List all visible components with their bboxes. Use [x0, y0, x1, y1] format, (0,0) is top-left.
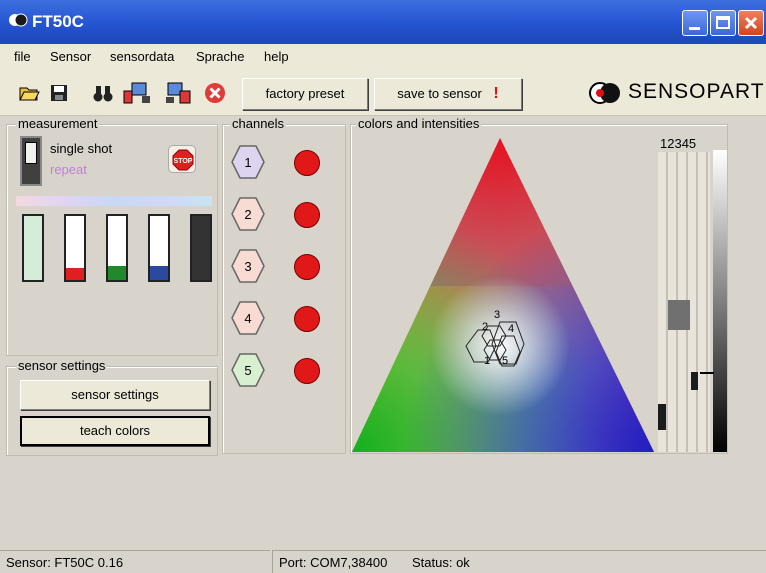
marker-2: 2 [482, 321, 488, 333]
save-disk-icon[interactable] [48, 82, 70, 104]
factory-preset-button[interactable]: factory preset [242, 78, 368, 110]
level-bar [22, 214, 44, 282]
marker-5: 5 [502, 355, 508, 367]
channel-2-hex[interactable]: 2 [230, 196, 266, 232]
intensity-header: 12345 [660, 136, 697, 151]
level-bar [64, 214, 86, 282]
channel-number: 2 [244, 207, 251, 222]
minimize-icon [689, 27, 700, 30]
open-folder-icon[interactable] [18, 82, 40, 104]
connect-sensor-icon[interactable] [122, 82, 152, 104]
level-bar-fill [108, 265, 126, 280]
title-bar: FT50C [0, 0, 766, 44]
menu-bar: file Sensor sensordata Sprache help [0, 44, 766, 68]
menu-help[interactable]: help [264, 49, 289, 64]
color-triangle[interactable]: 3 2 4 1 5 [350, 136, 656, 454]
status-sensor: Sensor: FT50C 0.16 [0, 550, 270, 573]
channel-2-led-icon [294, 202, 320, 228]
level-bar-fill [24, 216, 42, 280]
app-logo-icon [9, 13, 28, 27]
spectrum-strip [16, 196, 212, 206]
brand-name: SENSOPART [628, 80, 765, 103]
intensity-threshold[interactable] [700, 372, 714, 374]
maximize-button[interactable] [710, 10, 736, 36]
maximize-icon [716, 16, 730, 29]
save-to-sensor-button[interactable]: save to sensor ! [374, 78, 522, 110]
window-title: FT50C [32, 12, 84, 31]
sensor-settings-button[interactable]: sensor settings [20, 380, 210, 410]
warning-marker-icon: ! [493, 85, 499, 102]
marker-4: 4 [508, 323, 514, 335]
minimize-button[interactable] [682, 10, 708, 36]
stop-button[interactable]: STOP [168, 145, 196, 173]
marker-1: 1 [484, 355, 490, 367]
channel-4-led-icon [294, 306, 320, 332]
status-port: Port: COM7,38400 [272, 550, 406, 573]
channel-5-hex[interactable]: 5 [230, 352, 266, 388]
stop-sign-icon: STOP [172, 149, 194, 171]
channel-1-led-icon [294, 150, 320, 176]
measurement-label: measurement [16, 116, 100, 131]
mode-switch-knob [25, 142, 37, 164]
level-bar-fill [66, 268, 84, 280]
stop-sign-text: STOP [174, 158, 193, 165]
menu-sensordata[interactable]: sensordata [110, 49, 174, 64]
intensity-marker-ch2 [668, 300, 690, 330]
channel-3-led-icon [294, 254, 320, 280]
channel-number: 3 [244, 259, 251, 274]
channel-number: 1 [244, 155, 251, 170]
channel-number: 4 [244, 311, 251, 326]
intensity-marker-ch1 [658, 404, 666, 430]
toolbar: factory preset save to sensor ! SENSOPAR… [0, 68, 766, 116]
level-bar [190, 214, 212, 282]
intensity-marker-ch4 [691, 372, 698, 390]
marker-3: 3 [494, 309, 500, 321]
close-icon [744, 16, 758, 30]
mode-switch[interactable] [20, 136, 42, 186]
channel-4-hex[interactable]: 4 [230, 300, 266, 336]
menu-sprache[interactable]: Sprache [196, 49, 244, 64]
colors-label: colors and intensities [356, 116, 482, 131]
disconnect-sensor-icon[interactable] [164, 82, 194, 104]
menu-sensor[interactable]: Sensor [50, 49, 91, 64]
channel-number: 5 [244, 363, 251, 378]
channel-3-hex[interactable]: 3 [230, 248, 266, 284]
level-bar-fill [192, 216, 210, 280]
menu-file[interactable]: file [14, 49, 31, 64]
channels-label: channels [230, 116, 287, 131]
sensopart-logo-icon [589, 82, 620, 104]
close-button[interactable] [738, 10, 764, 36]
sensor-settings-label: sensor settings [16, 358, 108, 373]
level-bar-fill [150, 265, 168, 280]
channel-1-hex[interactable]: 1 [230, 144, 266, 180]
level-bar [106, 214, 128, 282]
intensity-gradient-scale [713, 150, 727, 452]
binoculars-icon[interactable] [92, 82, 114, 104]
save-to-sensor-label: save to sensor [397, 86, 482, 101]
teach-colors-button[interactable]: teach colors [20, 416, 210, 446]
cancel-icon[interactable] [204, 82, 226, 104]
channel-5-led-icon [294, 358, 320, 384]
level-bar [148, 214, 170, 282]
single-shot-label[interactable]: single shot [50, 141, 112, 156]
repeat-label[interactable]: repeat [50, 162, 87, 177]
status-text: Status: ok [406, 550, 766, 573]
